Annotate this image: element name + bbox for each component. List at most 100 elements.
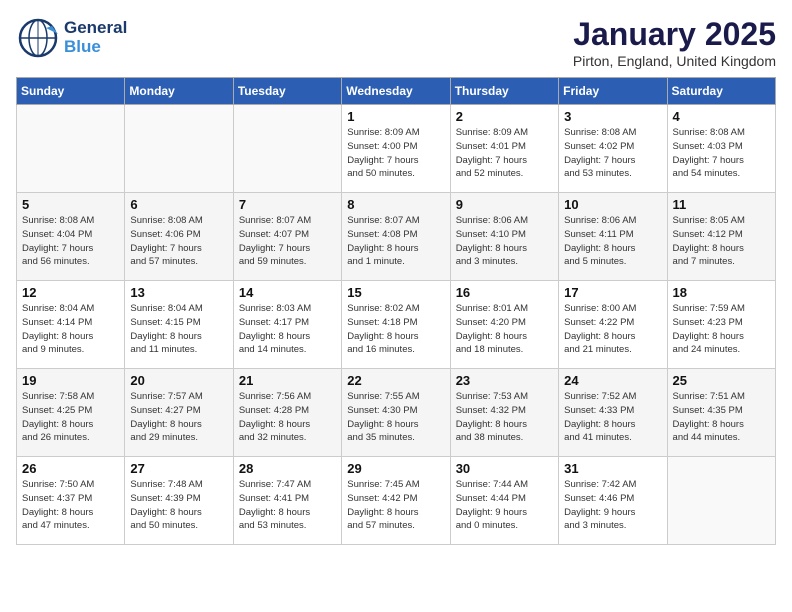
day-number: 20: [130, 373, 227, 388]
day-number: 27: [130, 461, 227, 476]
calendar-cell: 15 Sunrise: 8:02 AM Sunset: 4:18 PM Dayli…: [342, 281, 450, 369]
col-header-saturday: Saturday: [667, 78, 775, 105]
day-detail: Sunrise: 8:03 AM Sunset: 4:17 PM Dayligh…: [239, 302, 336, 357]
col-header-thursday: Thursday: [450, 78, 558, 105]
day-number: 19: [22, 373, 119, 388]
day-number: 28: [239, 461, 336, 476]
day-number: 1: [347, 109, 444, 124]
day-detail: Sunrise: 7:52 AM Sunset: 4:33 PM Dayligh…: [564, 390, 661, 445]
day-number: 3: [564, 109, 661, 124]
calendar-cell: 1 Sunrise: 8:09 AM Sunset: 4:00 PM Daylig…: [342, 105, 450, 193]
day-detail: Sunrise: 8:06 AM Sunset: 4:10 PM Dayligh…: [456, 214, 553, 269]
day-detail: Sunrise: 8:09 AM Sunset: 4:01 PM Dayligh…: [456, 126, 553, 181]
calendar-table: SundayMondayTuesdayWednesdayThursdayFrid…: [16, 77, 776, 545]
day-number: 17: [564, 285, 661, 300]
calendar-cell: 19 Sunrise: 7:58 AM Sunset: 4:25 PM Dayli…: [17, 369, 125, 457]
calendar-cell: 2 Sunrise: 8:09 AM Sunset: 4:01 PM Daylig…: [450, 105, 558, 193]
page-header: General Blue January 2025 Pirton, Englan…: [16, 16, 776, 69]
month-title: January 2025: [573, 16, 776, 53]
day-detail: Sunrise: 8:06 AM Sunset: 4:11 PM Dayligh…: [564, 214, 661, 269]
col-header-sunday: Sunday: [17, 78, 125, 105]
day-detail: Sunrise: 7:59 AM Sunset: 4:23 PM Dayligh…: [673, 302, 770, 357]
calendar-cell: 14 Sunrise: 8:03 AM Sunset: 4:17 PM Dayli…: [233, 281, 341, 369]
day-number: 7: [239, 197, 336, 212]
calendar-cell: 5 Sunrise: 8:08 AM Sunset: 4:04 PM Daylig…: [17, 193, 125, 281]
calendar-cell: 31Sunrise: 7:42 AM Sunset: 4:46 PM Dayli…: [559, 457, 667, 545]
calendar-cell: 18 Sunrise: 7:59 AM Sunset: 4:23 PM Dayli…: [667, 281, 775, 369]
day-number: 23: [456, 373, 553, 388]
calendar-week-row: 5 Sunrise: 8:08 AM Sunset: 4:04 PM Daylig…: [17, 193, 776, 281]
day-number: 22: [347, 373, 444, 388]
calendar-cell: [667, 457, 775, 545]
day-detail: Sunrise: 7:53 AM Sunset: 4:32 PM Dayligh…: [456, 390, 553, 445]
calendar-cell: 29Sunrise: 7:45 AM Sunset: 4:42 PM Dayli…: [342, 457, 450, 545]
day-detail: Sunrise: 8:05 AM Sunset: 4:12 PM Dayligh…: [673, 214, 770, 269]
day-number: 24: [564, 373, 661, 388]
calendar-cell: 13Sunrise: 8:04 AM Sunset: 4:15 PM Dayli…: [125, 281, 233, 369]
day-detail: Sunrise: 8:07 AM Sunset: 4:07 PM Dayligh…: [239, 214, 336, 269]
day-detail: Sunrise: 8:09 AM Sunset: 4:00 PM Dayligh…: [347, 126, 444, 181]
day-number: 10: [564, 197, 661, 212]
day-detail: Sunrise: 7:48 AM Sunset: 4:39 PM Dayligh…: [130, 478, 227, 533]
logo-general: General: [64, 19, 127, 38]
calendar-cell: 23 Sunrise: 7:53 AM Sunset: 4:32 PM Dayli…: [450, 369, 558, 457]
day-detail: Sunrise: 7:51 AM Sunset: 4:35 PM Dayligh…: [673, 390, 770, 445]
day-detail: Sunrise: 8:08 AM Sunset: 4:02 PM Dayligh…: [564, 126, 661, 181]
day-number: 9: [456, 197, 553, 212]
day-detail: Sunrise: 8:04 AM Sunset: 4:14 PM Dayligh…: [22, 302, 119, 357]
calendar-cell: 4 Sunrise: 8:08 AM Sunset: 4:03 PM Daylig…: [667, 105, 775, 193]
calendar-cell: 7 Sunrise: 8:07 AM Sunset: 4:07 PM Daylig…: [233, 193, 341, 281]
calendar-cell: 16 Sunrise: 8:01 AM Sunset: 4:20 PM Dayli…: [450, 281, 558, 369]
day-number: 4: [673, 109, 770, 124]
calendar-cell: 6 Sunrise: 8:08 AM Sunset: 4:06 PM Daylig…: [125, 193, 233, 281]
day-number: 12: [22, 285, 119, 300]
location-text: Pirton, England, United Kingdom: [573, 53, 776, 69]
calendar-cell: 21 Sunrise: 7:56 AM Sunset: 4:28 PM Dayli…: [233, 369, 341, 457]
calendar-cell: 3 Sunrise: 8:08 AM Sunset: 4:02 PM Daylig…: [559, 105, 667, 193]
globe-icon: [16, 16, 60, 60]
day-number: 25: [673, 373, 770, 388]
calendar-cell: 9 Sunrise: 8:06 AM Sunset: 4:10 PM Daylig…: [450, 193, 558, 281]
calendar-cell: 10 Sunrise: 8:06 AM Sunset: 4:11 PM Dayli…: [559, 193, 667, 281]
day-detail: Sunrise: 8:08 AM Sunset: 4:03 PM Dayligh…: [673, 126, 770, 181]
calendar-cell: [233, 105, 341, 193]
day-detail: Sunrise: 7:58 AM Sunset: 4:25 PM Dayligh…: [22, 390, 119, 445]
day-number: 5: [22, 197, 119, 212]
calendar-cell: 11Sunrise: 8:05 AM Sunset: 4:12 PM Dayli…: [667, 193, 775, 281]
col-header-tuesday: Tuesday: [233, 78, 341, 105]
day-number: 6: [130, 197, 227, 212]
day-number: 14: [239, 285, 336, 300]
day-detail: Sunrise: 7:47 AM Sunset: 4:41 PM Dayligh…: [239, 478, 336, 533]
day-number: 8: [347, 197, 444, 212]
title-block: January 2025 Pirton, England, United Kin…: [573, 16, 776, 69]
calendar-cell: 25 Sunrise: 7:51 AM Sunset: 4:35 PM Dayli…: [667, 369, 775, 457]
calendar-cell: 22Sunrise: 7:55 AM Sunset: 4:30 PM Dayli…: [342, 369, 450, 457]
day-detail: Sunrise: 8:08 AM Sunset: 4:06 PM Dayligh…: [130, 214, 227, 269]
day-detail: Sunrise: 7:50 AM Sunset: 4:37 PM Dayligh…: [22, 478, 119, 533]
logo: General Blue: [16, 16, 127, 60]
col-header-friday: Friday: [559, 78, 667, 105]
day-number: 31: [564, 461, 661, 476]
calendar-cell: 28 Sunrise: 7:47 AM Sunset: 4:41 PM Dayli…: [233, 457, 341, 545]
day-detail: Sunrise: 7:56 AM Sunset: 4:28 PM Dayligh…: [239, 390, 336, 445]
calendar-header-row: SundayMondayTuesdayWednesdayThursdayFrid…: [17, 78, 776, 105]
day-number: 2: [456, 109, 553, 124]
day-number: 26: [22, 461, 119, 476]
day-number: 18: [673, 285, 770, 300]
day-detail: Sunrise: 8:04 AM Sunset: 4:15 PM Dayligh…: [130, 302, 227, 357]
day-detail: Sunrise: 8:07 AM Sunset: 4:08 PM Dayligh…: [347, 214, 444, 269]
calendar-cell: 27 Sunrise: 7:48 AM Sunset: 4:39 PM Dayli…: [125, 457, 233, 545]
day-number: 15: [347, 285, 444, 300]
day-detail: Sunrise: 8:02 AM Sunset: 4:18 PM Dayligh…: [347, 302, 444, 357]
day-number: 21: [239, 373, 336, 388]
calendar-cell: 20Sunrise: 7:57 AM Sunset: 4:27 PM Dayli…: [125, 369, 233, 457]
calendar-cell: 24 Sunrise: 7:52 AM Sunset: 4:33 PM Dayli…: [559, 369, 667, 457]
day-detail: Sunrise: 7:44 AM Sunset: 4:44 PM Dayligh…: [456, 478, 553, 533]
calendar-week-row: 12 Sunrise: 8:04 AM Sunset: 4:14 PM Dayli…: [17, 281, 776, 369]
calendar-week-row: 19 Sunrise: 7:58 AM Sunset: 4:25 PM Dayli…: [17, 369, 776, 457]
day-detail: Sunrise: 8:01 AM Sunset: 4:20 PM Dayligh…: [456, 302, 553, 357]
day-detail: Sunrise: 8:08 AM Sunset: 4:04 PM Dayligh…: [22, 214, 119, 269]
logo-blue: Blue: [64, 38, 127, 57]
calendar-cell: [125, 105, 233, 193]
day-number: 16: [456, 285, 553, 300]
